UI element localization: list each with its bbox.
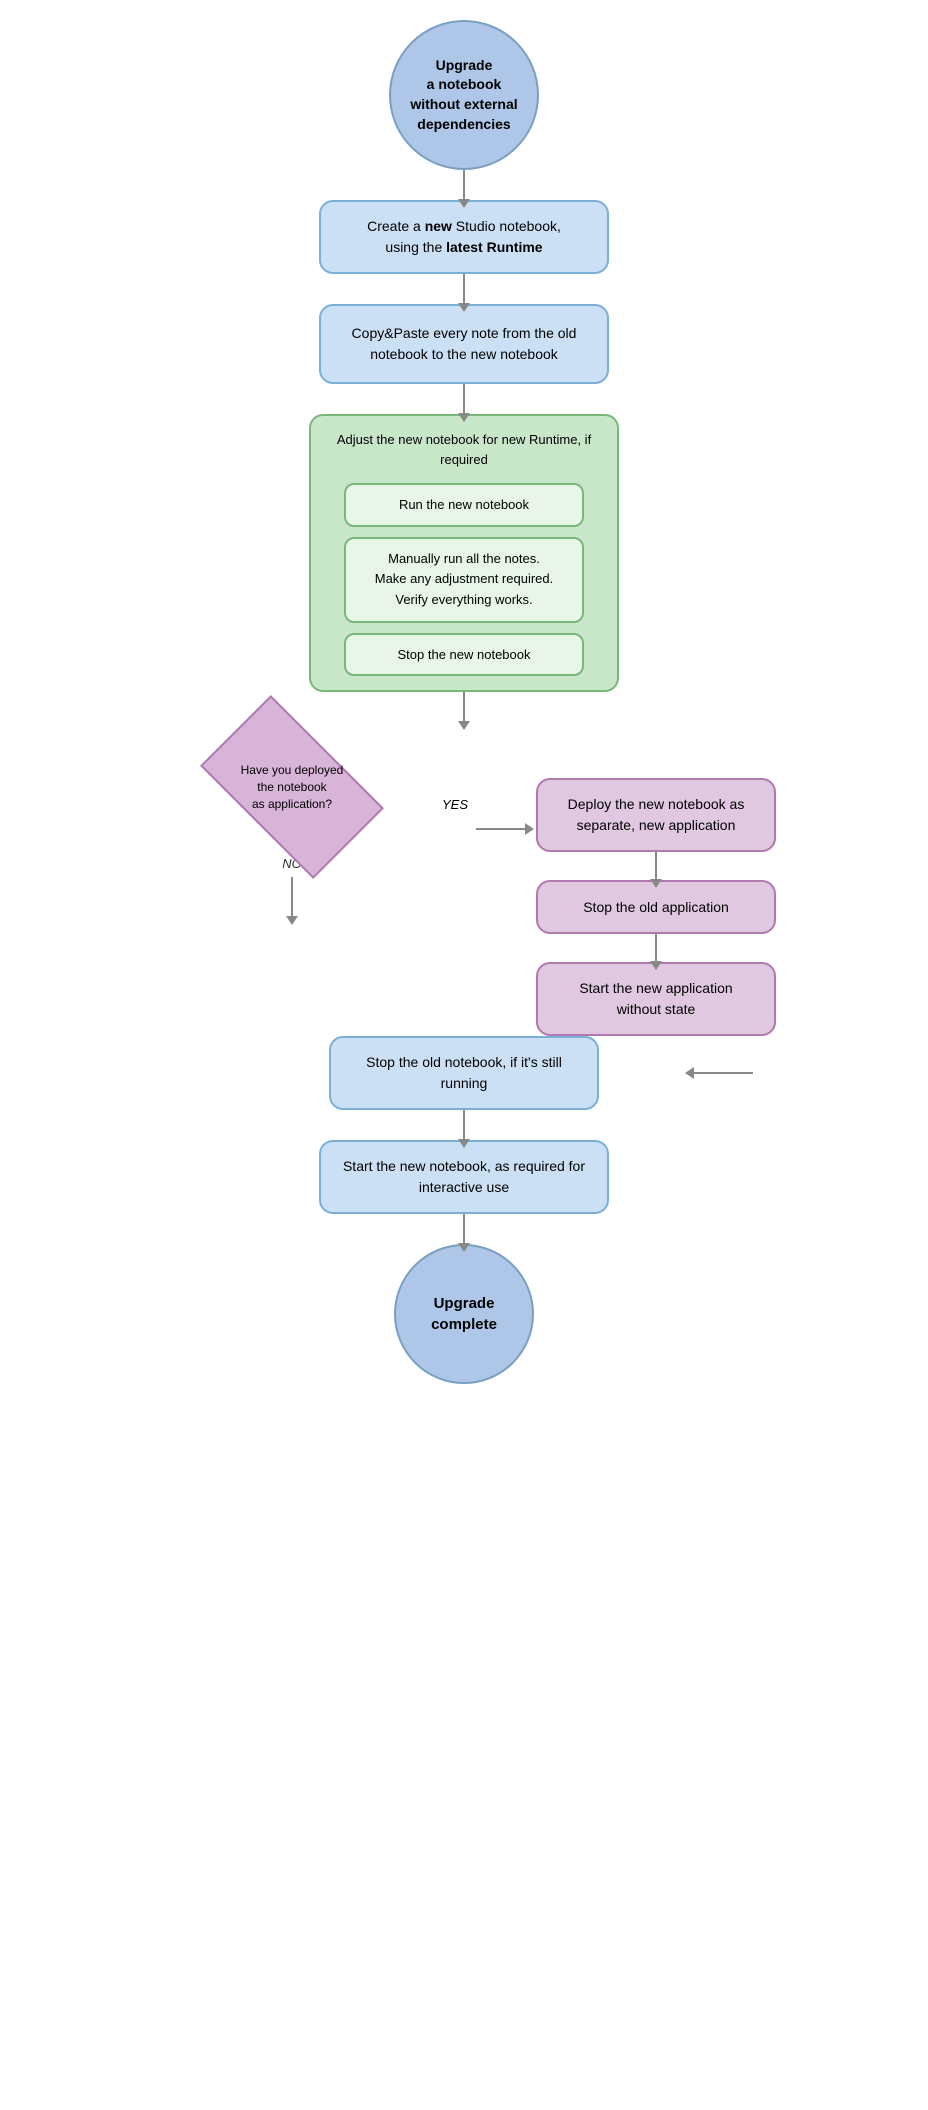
arrow-6 (463, 1214, 465, 1244)
start-node: Upgradea notebookwithout externaldepende… (389, 20, 539, 170)
decision-diamond (200, 695, 384, 879)
start-new-notebook-label: Start the new notebook, as required for … (341, 1156, 587, 1198)
arrow-right-1 (655, 852, 657, 880)
yes-label: YES (442, 797, 468, 812)
arrow-5 (463, 1110, 465, 1140)
arrow-3 (463, 384, 465, 414)
start-new-app-label: Start the new application without state (558, 978, 754, 1020)
left-branch: Have you deployedthe notebookas applicat… (142, 722, 442, 917)
run-new-notebook: Run the new notebook (344, 483, 584, 527)
yes-arrow-row: YES (442, 778, 526, 830)
step-copy-paste: Copy&Paste every note from the old noteb… (319, 304, 609, 384)
no-path: NO (282, 856, 302, 917)
merge-section: Stop the old notebook, if it's still run… (0, 1036, 928, 1110)
start-new-app-no-state: Start the new application without state (536, 962, 776, 1036)
yes-path: YES Deploy the new notebook as separate,… (442, 778, 786, 1036)
right-branch: Deploy the new notebook as separate, new… (526, 778, 786, 1036)
step-create-notebook: Create a new Studio notebook,using the l… (319, 200, 609, 274)
step-copy-paste-label: Copy&Paste every note from the old noteb… (341, 323, 587, 365)
arrow-right-2 (655, 934, 657, 962)
step-create-notebook-label: Create a new Studio notebook,using the l… (367, 216, 561, 258)
arrow-yes (476, 828, 526, 830)
end-node: Upgrade complete (394, 1244, 534, 1384)
merge-arrow (693, 1072, 753, 1074)
diamond-wrap: Have you deployedthe notebookas applicat… (192, 722, 392, 852)
stop-old-application-label: Stop the old application (583, 897, 729, 918)
arrow-2 (463, 274, 465, 304)
deploy-new-notebook: Deploy the new notebook as separate, new… (536, 778, 776, 852)
stop-new-notebook: Stop the new notebook (344, 633, 584, 677)
flowchart: Upgradea notebookwithout externaldepende… (0, 0, 928, 1424)
stop-old-application: Stop the old application (536, 880, 776, 934)
stop-old-notebook-label: Stop the old notebook, if it's still run… (351, 1052, 577, 1094)
arrow-merge (693, 1072, 753, 1074)
arrow-no (291, 877, 293, 917)
arrow-4 (463, 692, 465, 722)
start-label: Upgradea notebookwithout externaldepende… (400, 46, 527, 144)
deploy-new-notebook-label: Deploy the new notebook as separate, new… (558, 794, 754, 836)
branch-section: Have you deployedthe notebookas applicat… (0, 722, 928, 1036)
manually-run-notes: Manually run all the notes.Make any adju… (344, 537, 584, 623)
arrow-1 (463, 170, 465, 200)
left-stop-col: Stop the old notebook, if it's still run… (314, 1036, 614, 1110)
stop-old-notebook: Stop the old notebook, if it's still run… (329, 1036, 599, 1110)
group-title: Adjust the new notebook for new Runtime,… (331, 430, 597, 469)
yes-connector: YES (442, 778, 526, 830)
adjust-group: Adjust the new notebook for new Runtime,… (309, 414, 619, 692)
start-new-notebook: Start the new notebook, as required for … (319, 1140, 609, 1214)
end-label: Upgrade complete (396, 1283, 532, 1345)
